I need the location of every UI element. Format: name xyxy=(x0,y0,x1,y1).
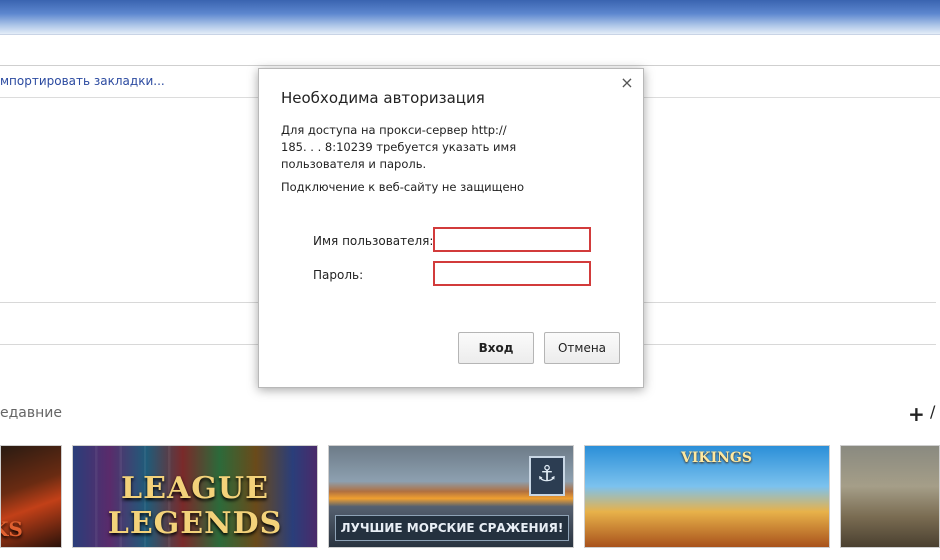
recent-label: едавние xyxy=(0,405,62,421)
tile-thumbnail[interactable]: KS xyxy=(0,445,62,548)
anchor-icon: ⚓ xyxy=(529,456,565,496)
password-label: Пароль: xyxy=(313,268,364,282)
username-input[interactable] xyxy=(433,227,591,252)
username-label: Имя пользователя: xyxy=(313,234,434,248)
dialog-message: Для доступа на прокси-сервер http:// 185… xyxy=(281,122,561,173)
message-line: пользователя и пароль. xyxy=(281,157,427,171)
tile-thumbnail[interactable] xyxy=(840,445,940,548)
login-button[interactable]: Вход xyxy=(458,332,534,364)
import-bookmarks-link[interactable]: мпортировать закладки... xyxy=(0,74,165,88)
browser-window: мпортировать закладки... едавние + / KS … xyxy=(0,0,940,560)
tile-thumbnail[interactable]: LEAGUE LEGENDS xyxy=(72,445,318,548)
dialog-title: Необходима авторизация xyxy=(281,89,485,107)
tile-thumbnail[interactable]: ⚓ ЛУЧШИЕ МОРСКИЕ СРАЖЕНИЯ! xyxy=(328,445,574,548)
tile-thumbnail[interactable]: VIKINGS xyxy=(584,445,830,548)
plus-icon[interactable]: + xyxy=(908,402,925,426)
tile-caption: ЛУЧШИЕ МОРСКИЕ СРАЖЕНИЯ! xyxy=(335,515,569,541)
message-line: Для доступа на прокси-сервер http:// xyxy=(281,123,507,137)
close-icon[interactable]: × xyxy=(619,75,635,91)
tile-caption: LEAGUE LEGENDS xyxy=(107,471,283,541)
insecure-warning: Подключение к веб-сайту не защищено xyxy=(281,180,525,194)
tile-caption: VIKINGS xyxy=(681,450,752,466)
browser-toolbar xyxy=(0,34,940,66)
window-titlebar xyxy=(0,0,940,34)
password-input[interactable] xyxy=(433,261,591,286)
more-icon[interactable]: / xyxy=(930,402,935,421)
tile-caption: KS xyxy=(1,517,23,541)
message-line: 185. . . 8:10239 требуется указать имя xyxy=(281,140,517,154)
cancel-button[interactable]: Отмена xyxy=(544,332,620,364)
auth-dialog: × Необходима авторизация Для доступа на … xyxy=(258,68,644,388)
